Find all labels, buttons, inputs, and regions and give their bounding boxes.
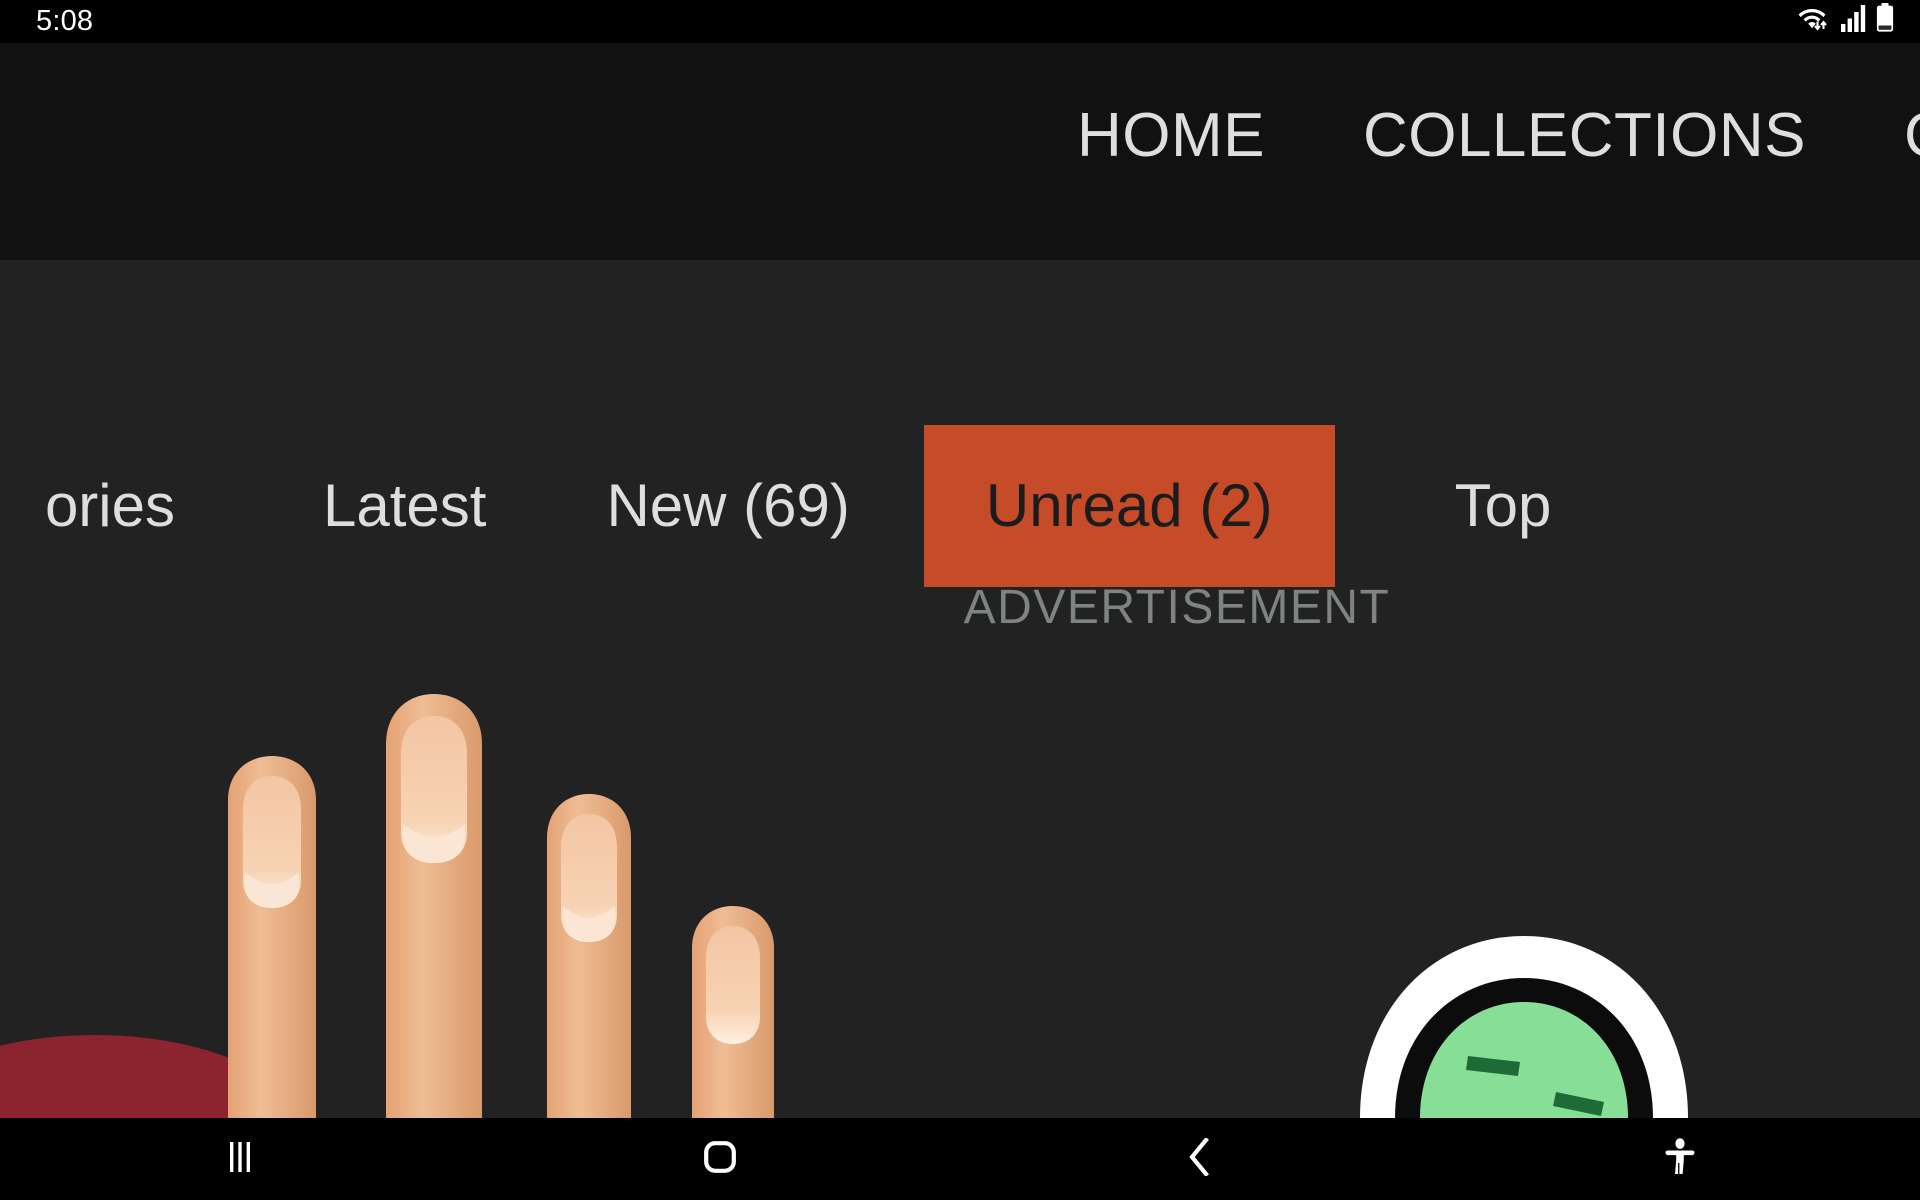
recents-button[interactable]: [0, 1118, 480, 1200]
battery-icon: [1876, 2, 1894, 37]
device-screen: 5:08 HOME COLLECTIONS ories Latest New (…: [0, 0, 1920, 1200]
advertisement-label: ADVERTISEMENT: [963, 581, 1391, 634]
back-button[interactable]: [960, 1118, 1440, 1200]
recents-icon: [225, 1140, 255, 1179]
home-square-icon: [703, 1140, 737, 1179]
tab-categories[interactable]: ories: [0, 425, 175, 587]
status-bar-icons: [1798, 2, 1894, 37]
tab-unread[interactable]: Unread (2): [923, 425, 1335, 587]
app-header: HOME COLLECTIONS C: [0, 43, 1920, 260]
nav-item-clipped-offscreen[interactable]: C: [1904, 105, 1920, 167]
status-bar-clock: 5:08: [36, 5, 94, 37]
nav-item-home[interactable]: HOME: [1077, 104, 1265, 167]
content-area: ories Latest New (69) Unread (2) Top ADV…: [0, 260, 1920, 1118]
tab-top[interactable]: Top: [1455, 425, 1552, 587]
nav-item-collections[interactable]: COLLECTIONS: [1363, 104, 1806, 167]
system-navigation-bar: [0, 1118, 1920, 1200]
tab-latest[interactable]: Latest: [323, 425, 486, 587]
finger-index: [228, 756, 316, 1118]
tab-new[interactable]: New (69): [606, 425, 849, 587]
advertisement-illustration[interactable]: [0, 690, 1920, 1118]
finger-pinky: [692, 906, 774, 1118]
top-navigation: HOME COLLECTIONS C: [0, 43, 1920, 260]
wifi-data-icon: [1798, 4, 1832, 37]
chevron-left-icon: [1187, 1136, 1213, 1181]
accessibility-button[interactable]: [1440, 1118, 1920, 1200]
character-face: [1360, 936, 1688, 1118]
finger-ring: [547, 794, 631, 1118]
status-bar: 5:08: [0, 0, 1920, 43]
home-button[interactable]: [480, 1118, 960, 1200]
cellular-signal-icon: [1841, 4, 1867, 37]
finger-middle: [386, 694, 482, 1118]
tab-strip: ories Latest New (69) Unread (2) Top: [0, 425, 1920, 587]
accessibility-person-icon: [1663, 1137, 1697, 1181]
